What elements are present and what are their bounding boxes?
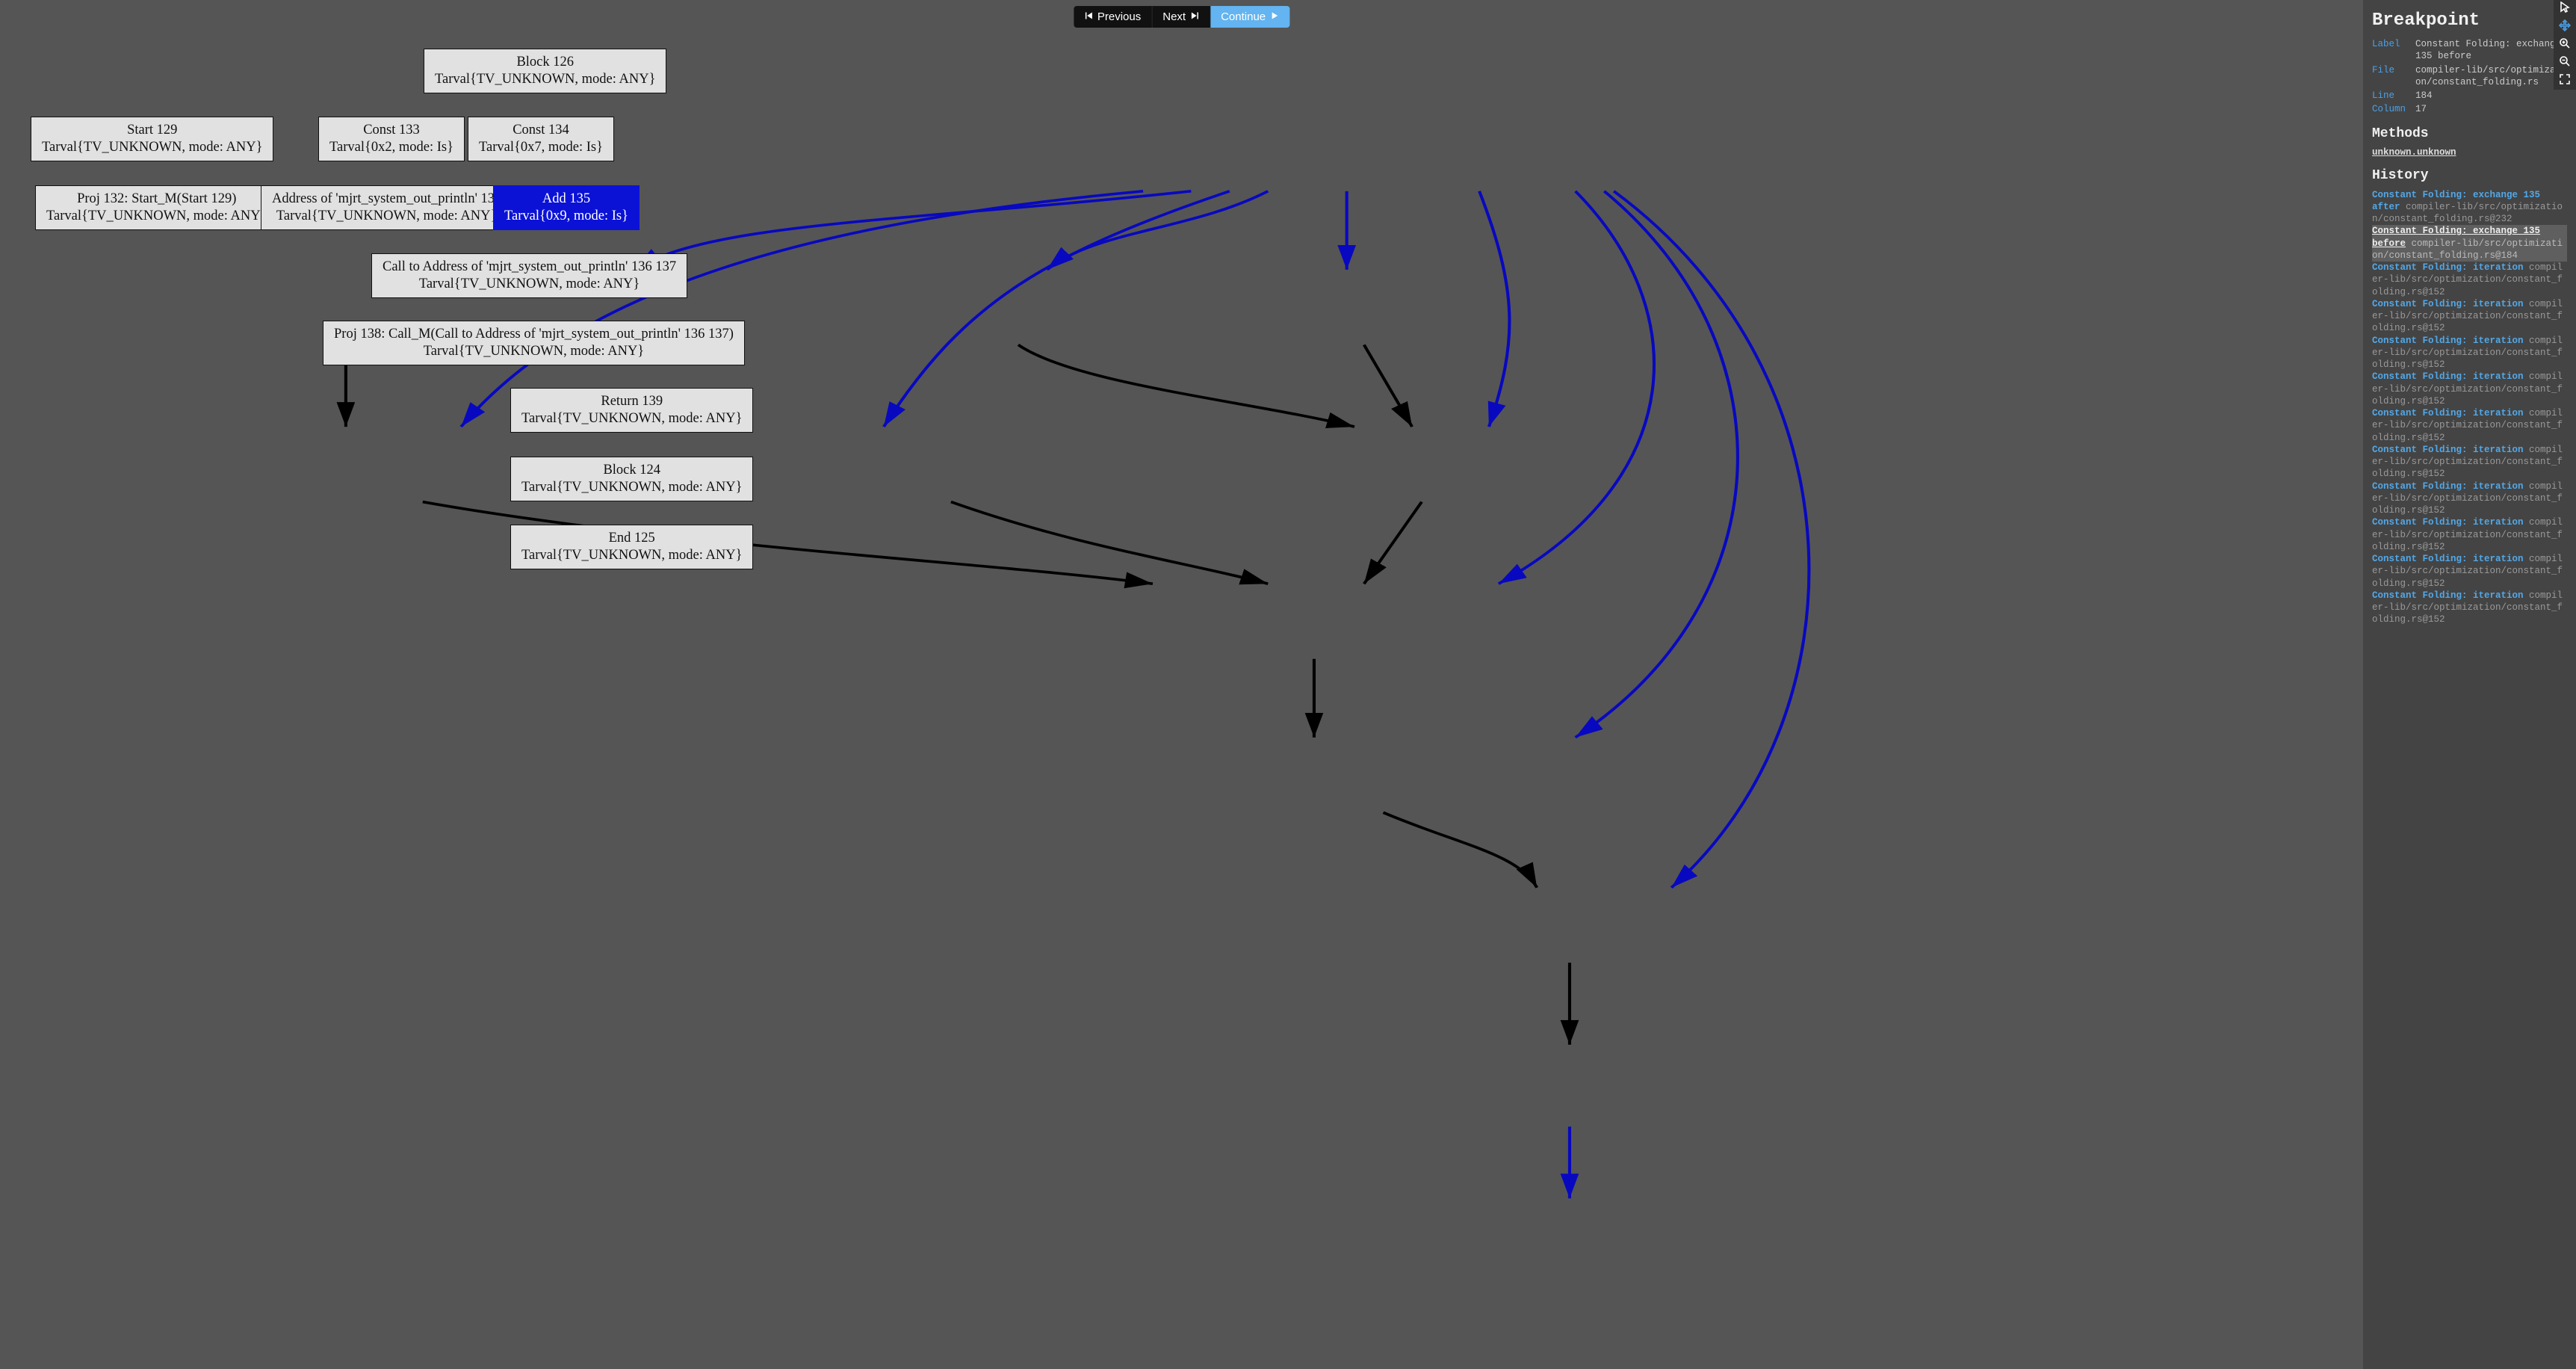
bp-line-row: Line 184 [2372, 90, 2567, 102]
previous-label: Previous [1097, 10, 1141, 23]
bp-file-key: File [2372, 64, 2408, 89]
zoom-out-tool[interactable] [2554, 54, 2576, 72]
node-block-126[interactable]: Block 126 Tarval{TV_UNKNOWN, mode: ANY} [424, 49, 666, 93]
node-add-135[interactable]: Add 135 Tarval{0x9, mode: Is} [493, 185, 640, 230]
history-item[interactable]: Constant Folding: iteration compiler-lib… [2372, 407, 2567, 444]
zoom-in-tool[interactable] [2554, 36, 2576, 54]
cursor-icon [2559, 1, 2571, 17]
skip-forward-icon [1190, 10, 1199, 23]
node-block-124[interactable]: Block 124 Tarval{TV_UNKNOWN, mode: ANY} [510, 457, 753, 501]
history-item[interactable]: Constant Folding: iteration compiler-lib… [2372, 371, 2567, 407]
node-start-129[interactable]: Start 129 Tarval{TV_UNKNOWN, mode: ANY} [31, 117, 273, 161]
bp-column-val: 17 [2415, 103, 2427, 115]
history-item-title: Constant Folding: iteration [2372, 262, 2524, 273]
node-const-133[interactable]: Const 133 Tarval{0x2, mode: Is} [318, 117, 465, 161]
methods-list: unknown.unknown [2372, 147, 2567, 158]
view-toolstrip [2554, 0, 2576, 90]
pointer-tool[interactable] [2554, 0, 2576, 18]
node-return-139[interactable]: Return 139 Tarval{TV_UNKNOWN, mode: ANY} [510, 388, 753, 433]
zoom-out-icon [2559, 55, 2571, 71]
next-label: Next [1162, 10, 1186, 23]
zoom-in-icon [2559, 37, 2571, 53]
next-button[interactable]: Next [1152, 6, 1210, 28]
bp-file-val: compiler-lib/src/optimization/constant_f… [2415, 64, 2567, 89]
history-item-title: Constant Folding: iteration [2372, 445, 2524, 455]
graph-canvas[interactable]: Previous Next Continue [0, 0, 2363, 1369]
history-item[interactable]: Constant Folding: iteration compiler-lib… [2372, 262, 2567, 298]
history-list: Constant Folding: exchange 135 after com… [2372, 189, 2567, 626]
history-item[interactable]: Constant Folding: iteration compiler-lib… [2372, 480, 2567, 517]
bp-line-key: Line [2372, 90, 2408, 102]
history-item[interactable]: Constant Folding: iteration compiler-lib… [2372, 590, 2567, 626]
history-item-title: Constant Folding: iteration [2372, 517, 2524, 528]
history-item-title: Constant Folding: iteration [2372, 590, 2524, 601]
history-item-title: Constant Folding: iteration [2372, 554, 2524, 564]
history-item[interactable]: Constant Folding: iteration compiler-lib… [2372, 335, 2567, 371]
breakpoint-heading: Breakpoint [2372, 10, 2567, 31]
skip-back-icon [1084, 10, 1093, 23]
bp-label-row: Label Constant Folding: exchange 135 bef… [2372, 38, 2567, 63]
history-item-title: Constant Folding: iteration [2372, 408, 2524, 418]
continue-button[interactable]: Continue [1210, 6, 1289, 28]
previous-button[interactable]: Previous [1074, 6, 1152, 28]
move-icon [2559, 19, 2571, 35]
history-item[interactable]: Constant Folding: exchange 135 before co… [2372, 225, 2567, 262]
bp-column-key: Column [2372, 103, 2408, 115]
method-link[interactable]: unknown.unknown [2372, 147, 2567, 158]
fit-icon [2559, 73, 2571, 89]
node-call-137[interactable]: Call to Address of 'mjrt_system_out_prin… [371, 253, 687, 298]
history-heading: History [2372, 168, 2567, 183]
playback-toolbar: Previous Next Continue [1074, 6, 1289, 28]
bp-file-row: File compiler-lib/src/optimization/const… [2372, 64, 2567, 89]
node-addr-136[interactable]: Address of 'mjrt_system_out_println' 136… [261, 185, 513, 230]
fit-tool[interactable] [2554, 72, 2576, 90]
node-proj-138[interactable]: Proj 138: Call_M(Call to Address of 'mjr… [323, 321, 745, 365]
history-item[interactable]: Constant Folding: iteration compiler-lib… [2372, 298, 2567, 335]
bp-line-val: 184 [2415, 90, 2433, 102]
move-tool[interactable] [2554, 18, 2576, 36]
history-item-title: Constant Folding: iteration [2372, 371, 2524, 382]
history-item-path: compiler-lib/src/optimization/constant_f… [2372, 202, 2563, 224]
history-item-title: Constant Folding: iteration [2372, 481, 2524, 492]
node-const-134[interactable]: Const 134 Tarval{0x7, mode: Is} [468, 117, 614, 161]
sidebar: Breakpoint Label Constant Folding: excha… [2363, 0, 2576, 1369]
bp-label-key: Label [2372, 38, 2408, 63]
play-icon [1270, 10, 1279, 23]
history-item[interactable]: Constant Folding: exchange 135 after com… [2372, 189, 2567, 226]
bp-column-row: Column 17 [2372, 103, 2567, 115]
history-item-title: Constant Folding: iteration [2372, 299, 2524, 309]
methods-heading: Methods [2372, 126, 2567, 141]
continue-label: Continue [1221, 10, 1266, 23]
history-item-title: Constant Folding: iteration [2372, 336, 2524, 346]
node-end-125[interactable]: End 125 Tarval{TV_UNKNOWN, mode: ANY} [510, 525, 753, 569]
history-item[interactable]: Constant Folding: iteration compiler-lib… [2372, 516, 2567, 553]
node-proj-132[interactable]: Proj 132: Start_M(Start 129) Tarval{TV_U… [35, 185, 278, 230]
history-item[interactable]: Constant Folding: iteration compiler-lib… [2372, 553, 2567, 590]
bp-label-val: Constant Folding: exchange 135 before [2415, 38, 2567, 63]
history-item[interactable]: Constant Folding: iteration compiler-lib… [2372, 444, 2567, 480]
